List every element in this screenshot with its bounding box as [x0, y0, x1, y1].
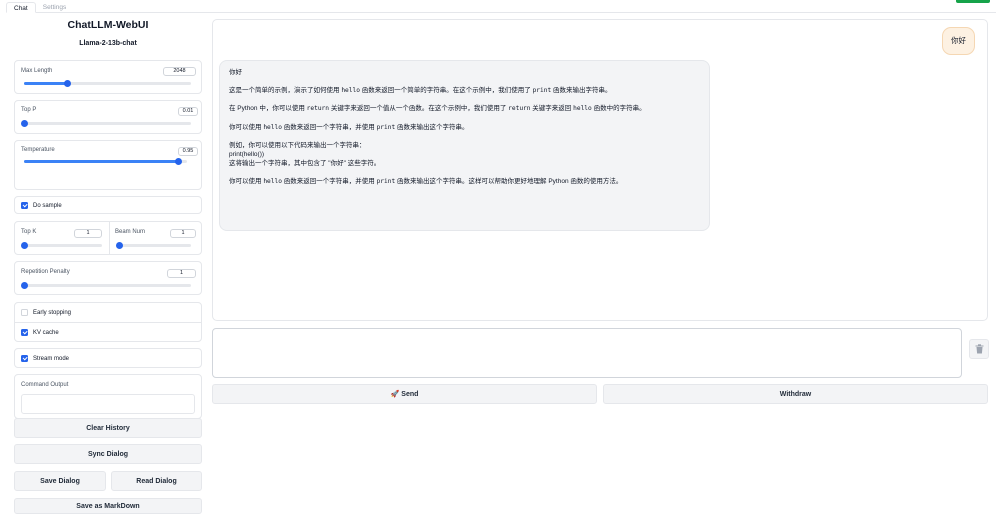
temperature-panel: Temperature 0.95 [14, 140, 202, 190]
do-sample-check[interactable] [21, 202, 28, 209]
do-sample-label: Do sample [33, 202, 62, 209]
beam-num-value[interactable]: 1 [170, 229, 196, 238]
top-p-label: Top P [21, 107, 37, 113]
repetition-penalty-slider-knob[interactable] [20, 281, 28, 289]
top-k-value[interactable]: 1 [74, 229, 102, 238]
corner-button[interactable] [956, 0, 990, 3]
user-message: 你好 [942, 27, 975, 55]
stream-mode-panel: Stream mode [14, 348, 202, 368]
save-markdown-button[interactable]: Save as MarkDown [14, 498, 202, 514]
bot-paragraph: 这是一个简单的示例，演示了如何使用 hello 函数来返回一个简单的字符串。在这… [229, 87, 612, 95]
sidebar: ChatLLM-WebUI Llama-2-13b-chat Max Lengt… [14, 15, 202, 514]
temperature-slider-knob[interactable] [175, 157, 183, 165]
read-dialog-button[interactable]: Read Dialog [111, 471, 202, 491]
max-length-slider-knob[interactable] [63, 79, 71, 87]
chat-history[interactable]: 你好 你好 这是一个简单的示例，演示了如何使用 hello 函数来返回一个简单的… [212, 19, 988, 321]
bot-paragraph: 你可以使用 hello 函数来返回一个字符串，并使用 print 函数来输出这个… [229, 123, 469, 131]
max-length-panel: Max Length 2048 [14, 60, 202, 94]
top-p-value[interactable]: 0.01 [178, 107, 198, 116]
beam-num-slider-knob[interactable] [115, 241, 123, 249]
sync-dialog-button[interactable]: Sync Dialog [14, 444, 202, 464]
panel-divider [109, 222, 110, 254]
tab-settings[interactable]: Settings [36, 2, 74, 13]
topk-beam-panel: Top K 1 Beam Num 1 [14, 221, 202, 255]
bot-paragraph: 在 Python 中，你可以使用 return 关键字来返回一个值从一个函数。在… [229, 105, 646, 113]
bot-greeting: 你好 [229, 69, 242, 76]
clear-input-button[interactable] [969, 339, 989, 359]
kv-cache-label: KV cache [33, 329, 59, 336]
kv-cache-checkbox[interactable]: KV cache [21, 329, 59, 336]
max-length-label: Max Length [21, 68, 53, 74]
bot-paragraph: 你可以使用 hello 函数来返回一个字符串，并使用 print 函数来输出这个… [229, 178, 623, 186]
do-sample-panel: Do sample [14, 196, 202, 214]
top-k-slider[interactable] [20, 241, 102, 249]
early-stopping-check[interactable] [21, 309, 28, 316]
tab-chat[interactable]: Chat [6, 2, 36, 13]
command-output-field[interactable] [21, 394, 195, 414]
clear-history-button[interactable]: Clear History [14, 418, 202, 438]
stream-mode-checkbox[interactable]: Stream mode [21, 355, 69, 362]
trash-icon [975, 344, 983, 354]
send-button[interactable]: 🚀 Send [212, 384, 597, 404]
app-title: ChatLLM-WebUI [67, 19, 149, 31]
temperature-label: Temperature [21, 147, 55, 153]
temperature-value[interactable]: 0.95 [178, 147, 198, 156]
temperature-slider[interactable] [24, 157, 187, 165]
beam-num-slider[interactable] [115, 241, 191, 249]
tab-bar: Chat Settings [6, 2, 996, 13]
max-length-value[interactable]: 2048 [163, 67, 196, 76]
stream-mode-label: Stream mode [33, 355, 70, 362]
early-stopping-label: Early stopping [33, 309, 72, 316]
top-k-label: Top K [21, 229, 37, 235]
early-stopping-checkbox[interactable]: Early stopping [21, 309, 71, 316]
message-input[interactable] [212, 328, 962, 378]
command-output-label: Command Output [21, 382, 69, 388]
do-sample-checkbox[interactable]: Do sample [21, 202, 62, 209]
kv-cache-check[interactable] [21, 329, 28, 336]
save-dialog-button[interactable]: Save Dialog [14, 471, 106, 491]
stream-mode-check[interactable] [21, 355, 28, 362]
top-k-slider-knob[interactable] [20, 241, 28, 249]
repetition-penalty-value[interactable]: 1 [167, 269, 196, 278]
cache-panel: Early stopping KV cache [14, 302, 202, 342]
top-p-panel: Top P 0.01 [14, 100, 202, 134]
repetition-penalty-label: Repetition Penalty [21, 269, 70, 275]
top-p-slider[interactable] [20, 119, 191, 127]
beam-num-label: Beam Num [115, 229, 146, 235]
bot-message: 你好 这是一个简单的示例，演示了如何使用 hello 函数来返回一个简单的字符串… [219, 60, 710, 231]
command-output-panel: Command Output [14, 374, 202, 419]
bot-paragraph: 例如，你可以使用以下代码来输出一个字符串： print(hello()) 这将输出一… [229, 141, 381, 168]
withdraw-button[interactable]: Withdraw [603, 384, 988, 404]
panel-divider [15, 322, 201, 323]
top-p-slider-knob[interactable] [20, 119, 28, 127]
repetition-penalty-slider[interactable] [20, 281, 191, 289]
max-length-slider[interactable] [24, 79, 191, 87]
repetition-penalty-panel: Repetition Penalty 1 [14, 261, 202, 295]
model-name: Llama-2-13b-chat [79, 40, 137, 47]
